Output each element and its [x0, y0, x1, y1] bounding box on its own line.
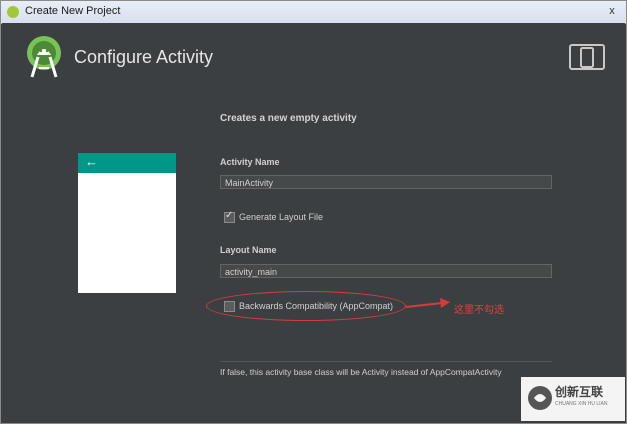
activity-name-input[interactable]: MainActivity [220, 175, 552, 189]
generate-layout-label: Generate Layout File [239, 212, 324, 222]
back-arrow-icon: ← [85, 154, 98, 169]
watermark-logo-icon [528, 386, 552, 410]
generate-layout-checkbox[interactable] [224, 210, 235, 224]
preview-app-bar: ← [78, 153, 176, 173]
generate-layout-row[interactable]: Generate Layout File [224, 210, 324, 224]
page-title: Configure Activity [74, 47, 214, 67]
window-title: Create New Project [25, 5, 121, 17]
layout-name-input[interactable]: activity_main [220, 264, 552, 278]
activity-preview: ← [78, 153, 176, 293]
hint-text: If false, this activity base class will … [220, 367, 502, 377]
title-bar: Create New Project x [1, 1, 626, 24]
close-button[interactable]: x [604, 4, 620, 18]
divider [220, 361, 552, 362]
activity-description: Creates a new empty activity [220, 113, 357, 124]
watermark-subtext: CHUANG XIN HU LIAN [555, 401, 608, 407]
watermark-text: 创新互联 [555, 385, 604, 399]
watermark: 创新互联 CHUANG XIN HU LIAN [521, 377, 625, 421]
annotation-arrow [405, 298, 450, 308]
dialog-window: Create New Project x Configure Activity … [0, 0, 627, 424]
content-area: Creates a new empty activity ← Activity … [2, 95, 625, 415]
annotation-ellipse [206, 291, 406, 321]
device-preview-icon[interactable] [569, 43, 605, 71]
android-studio-small-icon [7, 6, 19, 18]
activity-name-label: Activity Name [220, 157, 280, 167]
header: Configure Activity [2, 23, 625, 95]
annotation-text: 这里不勾选 [454, 305, 504, 316]
android-studio-icon [27, 36, 61, 78]
layout-name-label: Layout Name [220, 245, 277, 255]
